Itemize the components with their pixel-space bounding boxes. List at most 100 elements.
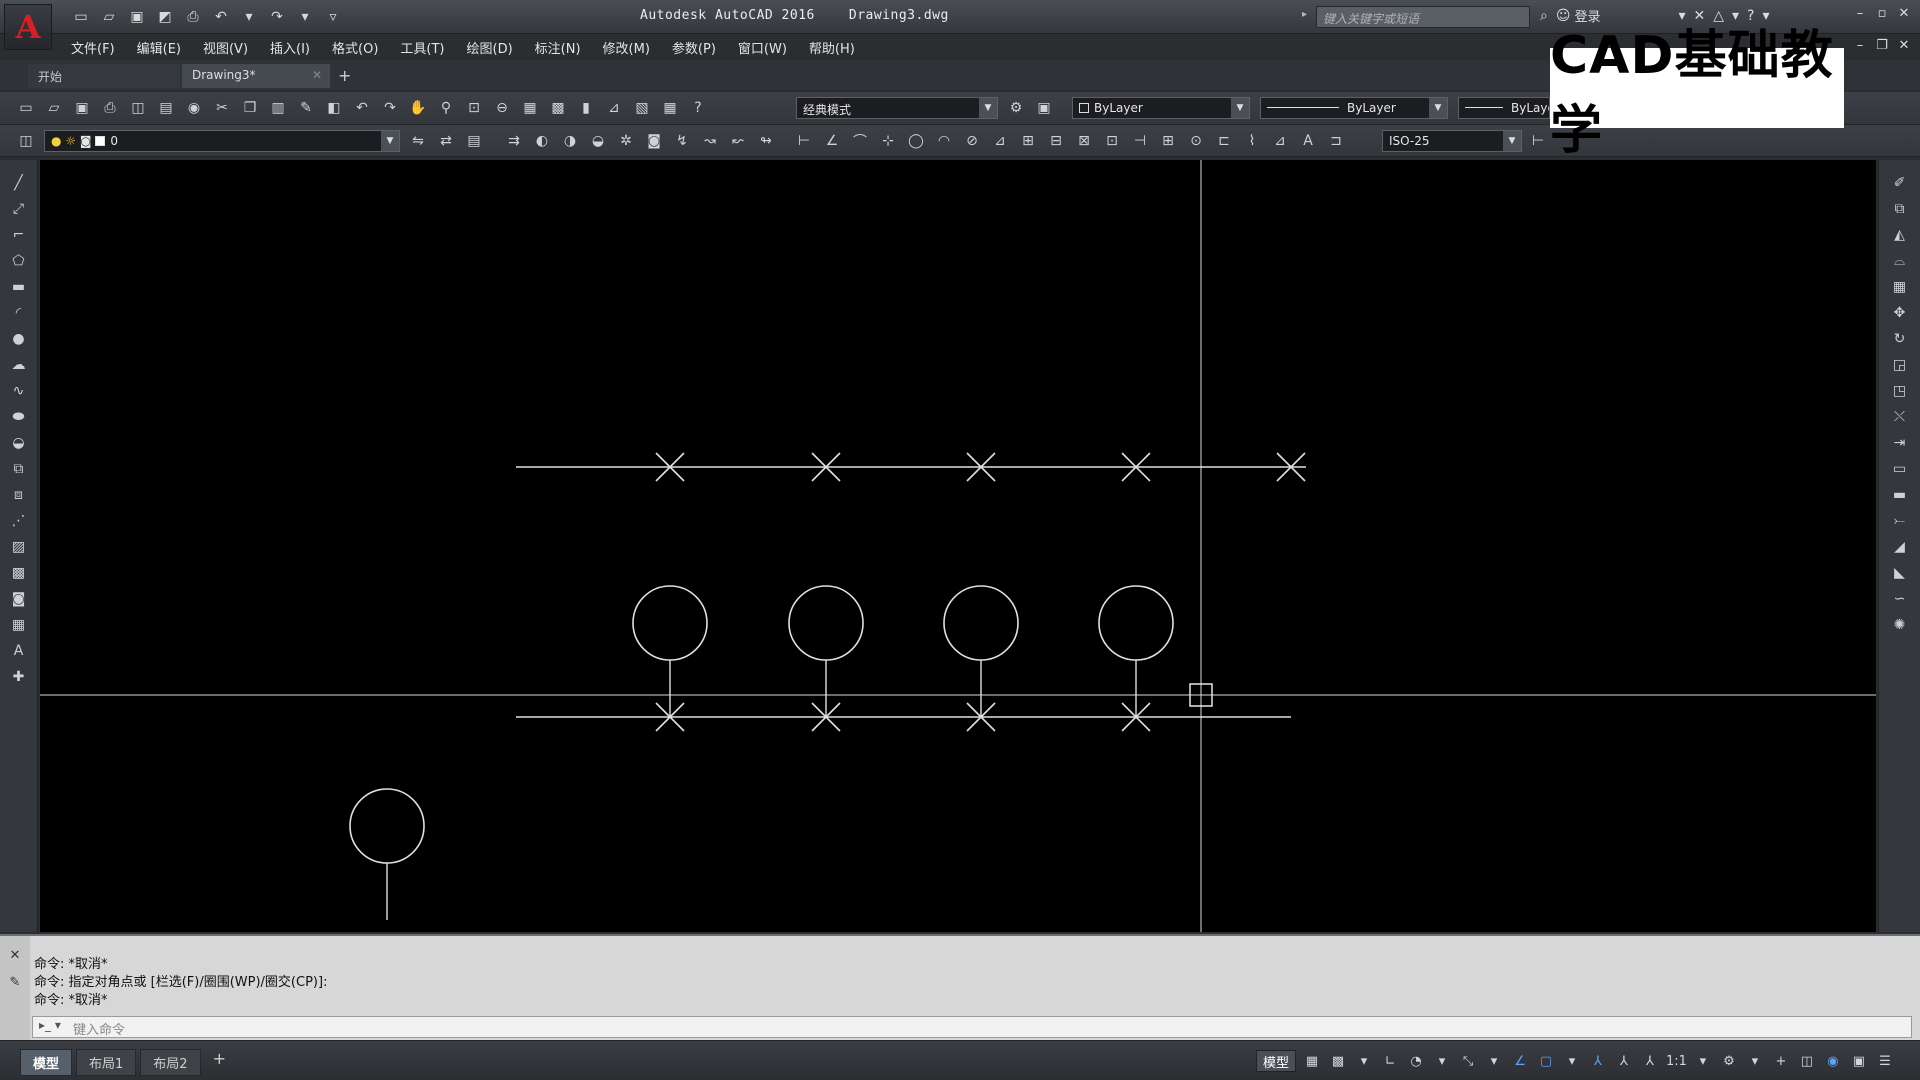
new-tab-plus-icon[interactable]: + [338,66,351,85]
properties-icon[interactable]: ▦ [518,97,542,119]
3d-print-icon[interactable]: ◉ [182,97,206,119]
doc-restore-icon[interactable]: ❐ [1874,38,1890,56]
layer-lock2-icon[interactable]: ◙ [642,130,666,152]
polar-icon[interactable]: ◔ [1406,1050,1426,1072]
add-layout-plus-icon[interactable]: + [205,1049,234,1076]
erase-icon[interactable]: ✐ [1887,172,1913,194]
drawing-canvas[interactable] [40,160,1876,932]
annotation-scale-value[interactable]: 1:1 [1666,1050,1687,1072]
scale-dropdown-icon[interactable]: ▾ [1693,1050,1713,1072]
dimension-style-icon[interactable]: ⊢ [1526,130,1550,152]
lineweight-select[interactable]: ByLaye [1458,97,1550,119]
menu-item[interactable]: 编辑(E) [126,34,192,60]
layer-off-icon[interactable]: ◒ [586,130,610,152]
dim-space-icon[interactable]: ⊡ [1100,130,1124,152]
make-current-icon[interactable]: ⇋ [406,130,430,152]
trim-icon[interactable]: ⤬ [1887,406,1913,428]
markup-icon[interactable]: ▧ [630,97,654,119]
add-selected-icon[interactable]: ✚ [6,666,32,688]
design-center-icon[interactable]: ▩ [546,97,570,119]
copy-icon[interactable]: ❐ [238,97,262,119]
clean-screen-icon[interactable]: ▣ [1849,1050,1869,1072]
linear-dim-icon[interactable]: ⊢ [792,130,816,152]
redo-icon[interactable]: ↷ [378,97,402,119]
angular-dim-icon[interactable]: ⊿ [988,130,1012,152]
tab-layout1[interactable]: 布局1 [76,1049,137,1076]
line-icon[interactable]: ╱ [6,172,32,194]
plot-preview-icon[interactable]: ◫ [126,97,150,119]
menu-item[interactable]: 文件(F) [60,34,126,60]
color-select[interactable]: ByLayer ▼ [1072,97,1250,119]
inspect-icon[interactable]: ⊏ [1212,130,1236,152]
revision-cloud-icon[interactable]: ☁ [6,354,32,376]
pan-icon[interactable]: ✋ [406,97,430,119]
undo-icon[interactable]: ↶ [210,6,232,28]
menu-item[interactable]: 插入(I) [259,34,321,60]
copy-object-icon[interactable]: ⧉ [1887,198,1913,220]
quickcalc-icon[interactable]: ▦ [658,97,682,119]
ellipse-arc-icon[interactable]: ◒ [6,432,32,454]
command-prompt-icon[interactable]: ▸_ ▾ [39,1018,61,1032]
workspace-lock-icon[interactable]: ▣ [1032,97,1056,119]
circle-icon[interactable]: ● [6,328,32,350]
jogged-dim-icon[interactable]: ◠ [932,130,956,152]
paste-icon[interactable]: ▥ [266,97,290,119]
customize-qat-icon[interactable]: ▿ [322,6,344,28]
binoculars-icon[interactable]: ⌕ [1540,8,1548,24]
object-snap-tracking-icon[interactable]: ∠ [1510,1050,1530,1072]
blend-curves-icon[interactable]: ∽ [1887,588,1913,610]
customization-menu-icon[interactable]: ☰ [1875,1050,1895,1072]
explode-icon[interactable]: ✺ [1887,614,1913,636]
construction-line-icon[interactable]: ⤢ [6,198,32,220]
plot-icon[interactable]: ⎙ [98,97,122,119]
layer-match-icon[interactable]: ⇉ [502,130,526,152]
search-expand-icon[interactable]: ▸ [1302,9,1307,20]
baseline-dim-icon[interactable]: ⊟ [1044,130,1068,152]
object-snap-icon[interactable]: ▢ [1536,1050,1556,1072]
layer-walk-icon[interactable]: ↯ [670,130,694,152]
doc-close-icon[interactable]: ✕ [1896,38,1912,56]
block-editor-icon[interactable]: ◧ [322,97,346,119]
layer-select[interactable]: ● ☼ ◙ 0 ▼ [44,130,400,152]
menu-item[interactable]: 标注(N) [524,34,592,60]
stretch-icon[interactable]: ◳ [1887,380,1913,402]
mtext-icon[interactable]: A [6,640,32,662]
workspace-select[interactable]: 经典模式 ▼ [796,97,998,119]
point-icon[interactable]: ⋰ [6,510,32,532]
extend-icon[interactable]: ⇥ [1887,432,1913,454]
ortho-icon[interactable]: ∟ [1380,1050,1400,1072]
polygon-icon[interactable]: ⬠ [6,250,32,272]
auto-scale-icon[interactable]: ⅄ [1614,1050,1634,1072]
wrench-icon[interactable]: ✎ [0,975,30,990]
zoom-realtime-icon[interactable]: ⚲ [434,97,458,119]
publish-icon[interactable]: ▤ [154,97,178,119]
layer-properties-icon[interactable]: ◫ [14,130,38,152]
diameter-dim-icon[interactable]: ⊘ [960,130,984,152]
snap-icon[interactable]: ▩ [1328,1050,1348,1072]
save-icon[interactable]: ▣ [126,6,148,28]
hatch-icon[interactable]: ▨ [6,536,32,558]
cut-icon[interactable]: ✂ [210,97,234,119]
menu-item[interactable]: 帮助(H) [798,34,866,60]
table-icon[interactable]: ▦ [6,614,32,636]
gear-icon[interactable]: ⚙ [1004,97,1028,119]
layer-freeze-icon[interactable]: ✲ [614,130,638,152]
open-icon[interactable]: ▱ [42,97,66,119]
circle-symbol[interactable] [349,788,425,864]
grid-icon[interactable]: ▦ [1302,1050,1322,1072]
tab-model[interactable]: 模型 [20,1049,73,1076]
break-at-point-icon[interactable]: ▭ [1887,458,1913,480]
close-icon[interactable]: ✕ [1896,6,1912,24]
zoom-window-icon[interactable]: ⊡ [462,97,486,119]
tab-close-icon[interactable]: ✕ [312,68,322,82]
polyline-icon[interactable]: ⌐ [6,224,32,246]
linetype-select[interactable]: ByLayer ▼ [1260,97,1448,119]
circle-symbol[interactable] [943,585,1019,661]
isolate-objects-icon[interactable]: ◉ [1823,1050,1843,1072]
menu-item[interactable]: 参数(P) [661,34,727,60]
scale-icon[interactable]: ◲ [1887,354,1913,376]
tolerance-icon[interactable]: ⊞ [1156,130,1180,152]
help-search-input[interactable]: 键入关键字或短语 [1316,6,1530,28]
open-folder-icon[interactable]: ▱ [98,6,120,28]
minimize-icon[interactable]: – [1852,6,1868,24]
